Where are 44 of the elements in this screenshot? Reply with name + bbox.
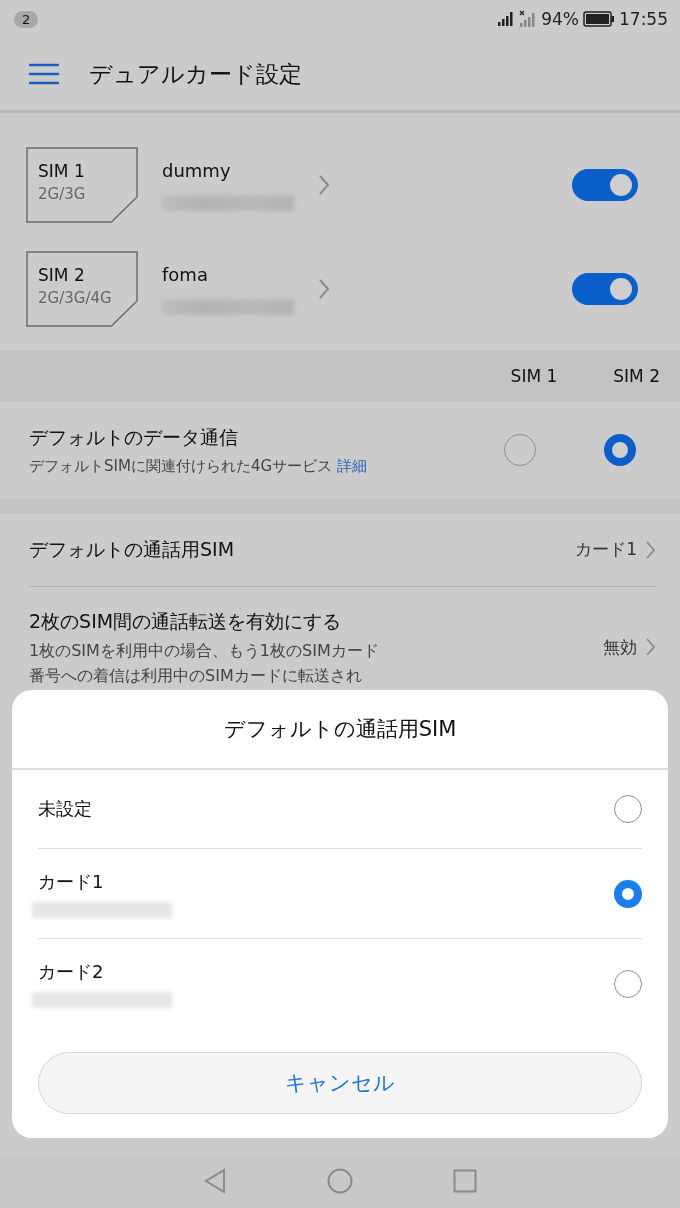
setting-title: デフォルトのデータ通信 [29, 424, 239, 450]
setting-value: カード1 [575, 538, 637, 561]
battery-percent: 94% [541, 9, 579, 29]
signal-icon [497, 11, 516, 27]
option-label: 未設定 [38, 797, 93, 821]
radio-button[interactable] [604, 434, 636, 466]
option-label: カード1 [38, 869, 105, 894]
sim-label: SIM 2 [38, 265, 86, 285]
chevron-right-icon[interactable] [645, 539, 656, 560]
toggle-switch[interactable] [572, 169, 638, 201]
sim-name: foma [162, 263, 209, 285]
menu-icon[interactable] [29, 63, 59, 85]
option-label: カード2 [38, 959, 105, 984]
battery-icon [583, 11, 615, 27]
column-header: SIM 2 [613, 366, 660, 386]
details-link[interactable]: 詳細 [336, 456, 367, 475]
no-signal-icon [519, 10, 538, 28]
cancel-button[interactable]: キャンセル [38, 1052, 642, 1114]
toggle-switch[interactable] [572, 273, 638, 305]
network-types: 2G/3G/4G [38, 289, 113, 307]
setting-title: 2枚のSIM間の通話転送を有効にする [29, 609, 343, 634]
setting-value: 無効 [603, 635, 637, 659]
notification-count: 2 [14, 10, 39, 28]
sim-name: dummy [162, 159, 232, 181]
page-title: デュアルカード設定 [89, 59, 302, 89]
back-icon[interactable] [203, 1168, 227, 1194]
chevron-right-icon[interactable] [645, 637, 656, 658]
radio-button[interactable] [614, 879, 642, 908]
network-types: 2G/3G [38, 185, 87, 203]
setting-description: デフォルトSIMに関連付けられた4Gサービス [29, 456, 333, 475]
chevron-right-icon[interactable] [318, 278, 330, 300]
setting-title: デフォルトの通話用SIM [29, 536, 236, 562]
chevron-right-icon[interactable] [318, 174, 330, 196]
column-header: SIM 1 [510, 366, 558, 386]
option-row[interactable]: カード2 [38, 939, 642, 1028]
clock-time: 17:55 [619, 9, 668, 29]
dialog-title: デフォルトの通話用SIM [12, 690, 668, 770]
sim-label: SIM 1 [38, 161, 86, 181]
recents-icon[interactable] [453, 1169, 477, 1193]
setting-description: 1枚のSIMを利用中の場合、もう1枚のSIMカード [29, 641, 380, 661]
option-row[interactable]: カード1 [38, 849, 642, 939]
option-row[interactable]: 未設定 [38, 770, 642, 849]
setting-description: 番号への着信は利用中のSIMカードに転送され [29, 666, 363, 686]
home-icon[interactable] [327, 1168, 353, 1194]
